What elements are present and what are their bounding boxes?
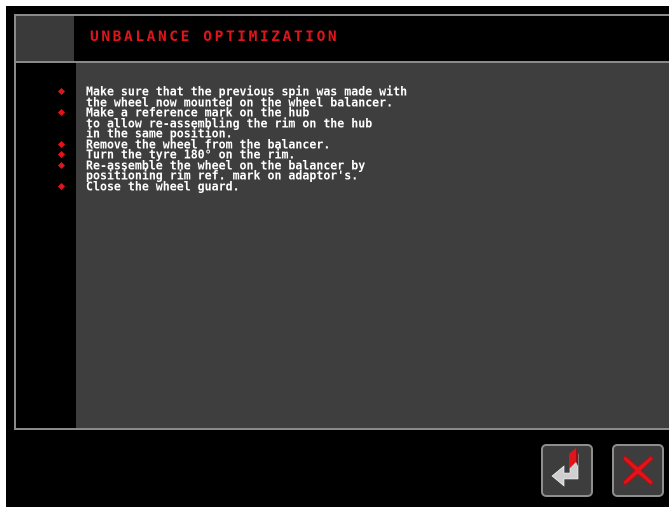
cancel-button[interactable] [612, 444, 664, 497]
header-bar: UNBALANCE OPTIMIZATION [14, 14, 669, 61]
instruction-panel: Make sure that the previous spin was mad… [14, 61, 669, 430]
confirm-button[interactable] [541, 444, 593, 497]
enter-return-icon [551, 448, 579, 487]
balancer-screen: UNBALANCE OPTIMIZATION Make sure that th… [6, 6, 669, 507]
instruction-text: Close the wheel guard. [86, 178, 240, 194]
bullet-gutter [16, 63, 76, 428]
close-x-icon [622, 455, 654, 486]
header-grip-block [16, 16, 74, 61]
footer-bar [6, 430, 669, 507]
page-title: UNBALANCE OPTIMIZATION [90, 29, 340, 45]
